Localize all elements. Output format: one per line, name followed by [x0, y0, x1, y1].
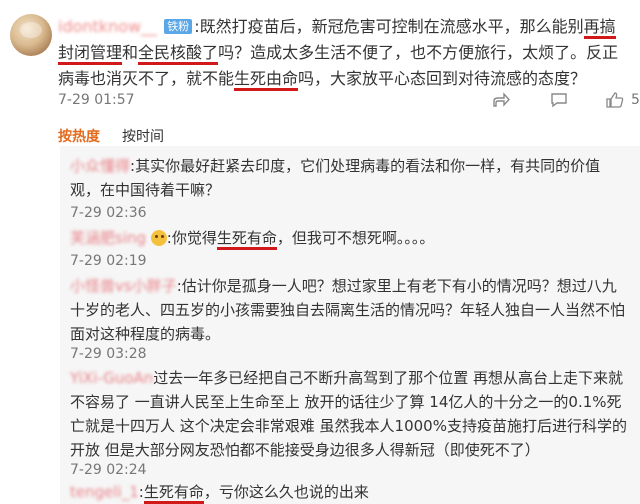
reply-username[interactable]: tengeli_1	[70, 483, 139, 501]
reply-list: 小众懂得:其实你最好赶紧去印度，它们处理病毒的看法和你一样，有共同的价值观，在中…	[60, 146, 640, 504]
reply-username[interactable]: YiXi-GuoAn	[70, 369, 153, 387]
reply-item: 芙涵肥sing :你觉得生死有命，但我可不想死啊。。。。	[70, 226, 630, 250]
reply-item: 小众懂得:其实你最好赶紧去印度，它们处理病毒的看法和你一样，有共同的价值观，在中…	[70, 154, 630, 202]
reply-time: 7-29 02:19	[70, 253, 147, 269]
comment-meta: 7-29 01:57 5592	[58, 92, 640, 110]
reply-text: ，但我可不想死啊。。。。	[276, 229, 435, 247]
main-comment: idontknow__ 铁粉:既然打疫苗后，新冠危害可控制在流感水平，那么能别再…	[0, 0, 640, 120]
reply-text: ，亏你这么久也说的出来	[203, 483, 369, 501]
reply-username[interactable]: 小众懂得	[70, 157, 130, 175]
comment-icon[interactable]	[550, 92, 568, 110]
main-comment-text: idontknow__ 铁粉:既然打疫苗后，新冠危害可控制在流感水平，那么能别再…	[58, 14, 630, 92]
sort-by-time-tab[interactable]: 按时间	[122, 126, 164, 146]
reply-item: YiXi-GuoAn过去一年多已经把自己不断升高驾到了那个位置 再想从高台上走下…	[70, 366, 630, 462]
reply-username[interactable]: 小怪兽vs小胖子	[70, 277, 177, 295]
reply-item: 小怪兽vs小胖子:估计你是孤身一人吧？想过家里上有老下有小的情况吗？想过八九十岁…	[70, 274, 630, 346]
like-count: 5592	[631, 92, 640, 108]
reply-username[interactable]: 芙涵肥sing	[70, 229, 146, 247]
underlined-phrase: 民核酸了	[154, 43, 219, 65]
sort-bar: 按热度 按时间	[58, 126, 618, 148]
reply-time: 7-29 03:28	[70, 346, 147, 362]
reply-text: 过去一年多已经把自己不断升高驾到了那个位置 再想从高台上走下来就不容易了 一直讲…	[70, 369, 627, 459]
avatar[interactable]	[10, 14, 52, 56]
underlined-phrase: 生死有命	[143, 483, 204, 504]
reply-item: tengeli_1:生死有命，亏你这么久也说的出来	[70, 480, 630, 504]
reply-time: 7-29 02:24	[70, 462, 147, 478]
main-username[interactable]: idontknow__	[58, 17, 157, 36]
share-icon[interactable]	[492, 92, 510, 110]
like-icon[interactable]	[606, 92, 624, 110]
reply-text: :你觉得	[166, 229, 217, 247]
main-text-part: 吗，大家放平心态回到对待流感的态度？	[298, 69, 587, 88]
reply-text: :其实你最好赶紧去印度，它们处理病毒的看法和你一样，有共同的价值观，在中国待着干…	[70, 157, 601, 199]
main-text-part: 和	[122, 43, 139, 62]
sort-by-hot-tab[interactable]: 按热度	[58, 126, 100, 146]
underlined-phrase: 生死有命	[216, 229, 277, 250]
reply-time: 7-29 02:36	[70, 205, 147, 221]
underlined-phrase: 全	[138, 43, 155, 65]
underlined-phrase: 由命	[266, 69, 299, 91]
comment-time: 7-29 01:57	[58, 92, 135, 108]
underlined-phrase: 生死	[234, 69, 267, 91]
main-text-part: :既然打疫苗后，新冠危害可控制在流感水平，那么能别	[194, 17, 584, 36]
reply-emoji-icon	[150, 230, 167, 246]
fan-badge: 铁粉	[164, 19, 193, 34]
